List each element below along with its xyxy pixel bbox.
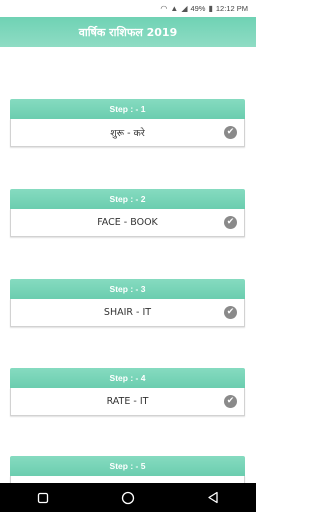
step-header: Step : - 1 bbox=[10, 99, 245, 119]
app-bar: वार्षिक राशिफल 2019 bbox=[0, 17, 256, 47]
step-action-start[interactable]: शुरू - करे ✔ bbox=[10, 119, 245, 147]
battery-percent: 49% bbox=[190, 4, 206, 13]
step-label: FACE - BOOK bbox=[97, 217, 158, 228]
step-action-share[interactable]: SHAIR - IT ✔ bbox=[10, 299, 245, 327]
back-button[interactable] bbox=[198, 488, 228, 508]
check-circle-icon: ✔ bbox=[224, 126, 237, 139]
step-card-3[interactable]: Step : - 3 SHAIR - IT ✔ bbox=[10, 279, 245, 327]
step-header: Step : - 4 bbox=[10, 368, 245, 388]
step-card-5[interactable]: Step : - 5 bbox=[10, 456, 245, 483]
wifi-icon: ◠ bbox=[160, 3, 168, 13]
step-action-facebook[interactable]: FACE - BOOK ✔ bbox=[10, 209, 245, 237]
status-bar: ◠ ▲ ◢ 49% ▮ 12:12 PM bbox=[0, 0, 256, 17]
recent-apps-button[interactable] bbox=[28, 488, 58, 508]
step-header: Step : - 2 bbox=[10, 189, 245, 209]
clock: 12:12 PM bbox=[215, 4, 248, 13]
system-nav-bar bbox=[0, 483, 256, 512]
step-label: SHAIR - IT bbox=[103, 307, 152, 318]
circle-icon bbox=[121, 491, 135, 504]
square-icon bbox=[37, 492, 48, 503]
app-title: वार्षिक राशिफल 2019 bbox=[78, 25, 178, 39]
battery-icon: ▮ bbox=[208, 3, 213, 13]
step-label: RATE - IT bbox=[106, 396, 149, 407]
back-triangle-icon bbox=[208, 491, 218, 504]
check-circle-icon: ✔ bbox=[224, 306, 237, 319]
signal-icon-2: ◢ bbox=[181, 3, 188, 13]
step-action-rate[interactable]: RATE - IT ✔ bbox=[10, 388, 245, 416]
step-card-2[interactable]: Step : - 2 FACE - BOOK ✔ bbox=[10, 189, 245, 237]
step-header: Step : - 5 bbox=[10, 456, 245, 476]
step-header: Step : - 3 bbox=[10, 279, 245, 299]
step-action-5[interactable] bbox=[10, 476, 245, 483]
step-card-4[interactable]: Step : - 4 RATE - IT ✔ bbox=[10, 368, 245, 416]
check-circle-icon: ✔ bbox=[224, 395, 237, 408]
steps-list[interactable]: Step : - 1 शुरू - करे ✔ Step : - 2 FACE … bbox=[0, 47, 256, 483]
signal-icon: ▲ bbox=[170, 3, 179, 13]
step-card-1[interactable]: Step : - 1 शुरू - करे ✔ bbox=[10, 99, 245, 147]
step-label: शुरू - करे bbox=[110, 128, 145, 139]
home-button[interactable] bbox=[113, 488, 143, 508]
check-circle-icon: ✔ bbox=[224, 216, 237, 229]
